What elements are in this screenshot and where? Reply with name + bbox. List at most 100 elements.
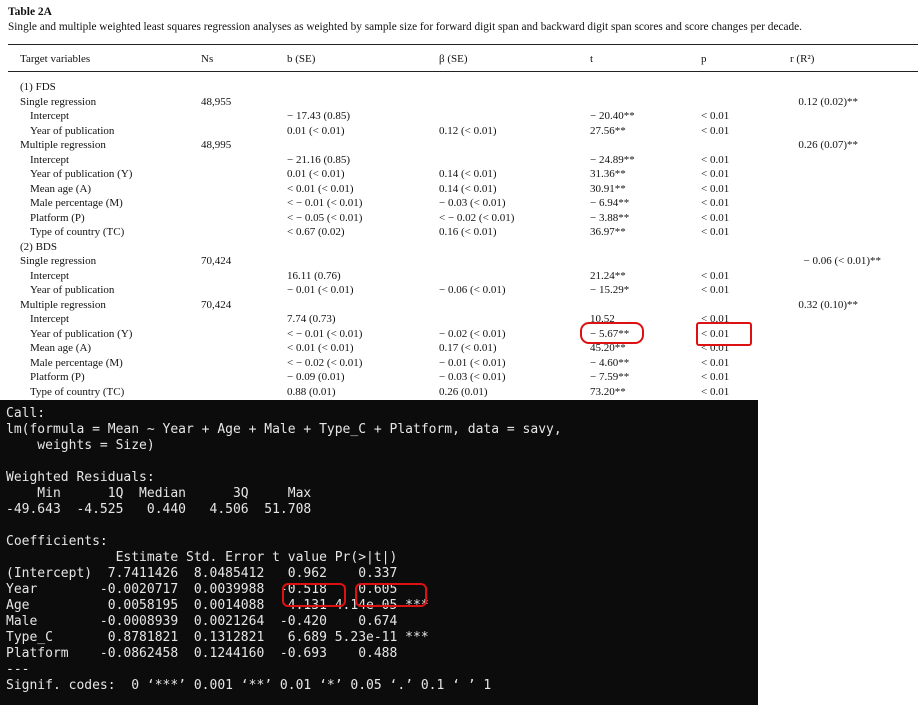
console-line: weights = Size): [6, 438, 155, 453]
table-row: Type of country (TC) < 0.67 (0.02) 0.16 (<…: [0, 225, 923, 240]
console-line: Call:: [6, 406, 46, 421]
table-row: Intercept 7.74 (0.73) 10.52 < 0.01: [0, 312, 923, 327]
table-cell-label: Mean age (A): [30, 342, 92, 354]
table-cell-p: < 0.01: [701, 153, 730, 166]
console-line: Signif. codes: 0 ‘***’ 0.001 ‘**’ 0.01 ‘…: [6, 678, 492, 693]
table-cell-b: < − 0.01 (< 0.01): [287, 327, 363, 340]
table-cell-label: Intercept: [30, 110, 70, 122]
table-row: (2) BDS: [0, 240, 923, 255]
table-cell-b: < − 0.05 (< 0.01): [287, 211, 363, 224]
table-row: Single regression 48,955 0.12 (0.02)**: [0, 95, 923, 110]
console-line: Type_C 0.8781821 0.1312821 6.689 5.23e-1…: [6, 630, 429, 645]
table-cell-p: < 0.01: [701, 124, 730, 137]
table-cell-label: Intercept: [30, 269, 70, 282]
table-cell-label: Single regression: [20, 95, 97, 108]
table-cell-beta: − 0.01 (< 0.01): [439, 356, 506, 369]
red-circle-annotation-t: [580, 322, 644, 344]
table-cell-b: − 17.43 (0.85): [287, 110, 351, 122]
table-cell-ns: 48,955: [201, 95, 232, 108]
table-cell-label: Year of publication: [30, 284, 115, 296]
table-cell-p: < 0.01: [701, 226, 730, 238]
table-cell-t: − 4.60**: [590, 356, 630, 369]
header-t: t: [590, 53, 594, 65]
table-row: Multiple regression 48,995 0.26 (0.07)**: [0, 138, 923, 153]
table-cell-beta: − 0.03 (< 0.01): [439, 197, 506, 209]
table-header-rule: [8, 71, 918, 72]
table-cell-p: < 0.01: [701, 182, 730, 195]
table-cell-beta: − 0.02 (< 0.01): [439, 327, 506, 340]
table-row: Male percentage (M) < − 0.02 (< 0.01) − 0.…: [0, 356, 923, 371]
console-line: Estimate Std. Error t value Pr(>|t|): [6, 550, 429, 565]
table-cell-p: < 0.01: [701, 269, 730, 282]
table-cell-p: < 0.01: [701, 356, 730, 369]
header-ns: Ns: [201, 53, 214, 65]
table-cell-beta: 0.16 (< 0.01): [439, 226, 497, 238]
table-cell-b: 0.88 (0.01): [287, 385, 336, 398]
table-cell-t: 30.91**: [590, 182, 626, 195]
table-cell-beta: < − 0.02 (< 0.01): [439, 211, 515, 224]
table-cell-b: 0.01 (< 0.01): [287, 168, 345, 180]
table-cell-t: − 15.29*: [590, 284, 630, 296]
header-b-se: b (SE): [287, 53, 316, 65]
table-row: (1) FDS: [0, 80, 923, 95]
table-cell-label: Type of country (TC): [30, 226, 125, 238]
table-cell-b: < 0.67 (0.02): [287, 226, 345, 238]
table-cell-beta: 0.14 (< 0.01): [439, 182, 497, 195]
r-console-output: Call: lm(formula = Mean ~ Year + Age + Ma…: [0, 400, 758, 705]
table-cell-t: 36.97**: [590, 226, 626, 238]
table-row: Single regression 70,424 − 0.06 (< 0.01)**: [0, 254, 923, 269]
table-caption: Single and multiple weighted least squar…: [8, 21, 802, 33]
table-cell-t: 31.36**: [590, 168, 626, 180]
table-cell-b: 7.74 (0.73): [287, 313, 336, 325]
table-row: Type of country (TC) 0.88 (0.01) 0.26 (0.0…: [0, 385, 923, 400]
table-cell-beta: − 0.06 (< 0.01): [439, 284, 506, 296]
paper-table-region: Table 2A Single and multiple weighted le…: [0, 0, 923, 400]
table-cell-t: − 20.40**: [590, 110, 635, 122]
table-cell-b: < 0.01 (< 0.01): [287, 182, 354, 195]
console-line: -49.643 -4.525 0.440 4.506 51.708: [6, 502, 320, 517]
table-cell-label: Platform (P): [30, 371, 85, 383]
table-cell-r: 0.12 (0.02)**: [798, 95, 858, 108]
red-box-annotation-p: [696, 322, 752, 346]
table-header-row: Target variables Ns b (SE) β (SE) t p r …: [0, 52, 923, 67]
table-cell-r: 0.26 (0.07)**: [798, 139, 858, 151]
table-cell-p: < 0.01: [701, 197, 730, 209]
table-row: Intercept 16.11 (0.76) 21.24** < 0.01: [0, 269, 923, 284]
table-cell-label: Multiple regression: [20, 139, 106, 151]
table-cell-label: Year of publication (Y): [30, 168, 133, 180]
table-title: Table 2A: [8, 6, 52, 18]
table-cell-beta: 0.14 (< 0.01): [439, 168, 497, 180]
table-row: Platform (P) − 0.09 (0.01) − 0.03 (< 0.01)…: [0, 370, 923, 385]
table-row: Year of publication (Y) 0.01 (< 0.01) 0.14…: [0, 167, 923, 182]
table-cell-r: 0.32 (0.10)**: [798, 298, 858, 311]
console-line: lm(formula = Mean ~ Year + Age + Male + …: [6, 422, 562, 437]
table-row: Male percentage (M) < − 0.01 (< 0.01) − 0.…: [0, 196, 923, 211]
table-cell-label: Intercept: [30, 153, 70, 166]
table-cell-t: − 7.59**: [590, 371, 630, 383]
table-cell-b: − 0.09 (0.01): [287, 371, 345, 383]
table-cell-label: Year of publication: [30, 124, 115, 137]
table-cell-beta: − 0.03 (< 0.01): [439, 371, 506, 383]
table-cell-t: 27.56**: [590, 124, 626, 137]
table-cell-p: < 0.01: [701, 284, 730, 296]
console-line: Platform -0.0862458 0.1244160 -0.693 0.4…: [6, 646, 429, 661]
table-cell-p: < 0.01: [701, 371, 730, 383]
table-cell-label: Male percentage (M): [30, 356, 123, 369]
table-row: Intercept − 21.16 (0.85) − 24.89** < 0.01: [0, 153, 923, 168]
table-cell-b: < 0.01 (< 0.01): [287, 342, 354, 354]
console-line: Coefficients:: [6, 534, 108, 549]
header-target-variables: Target variables: [20, 53, 91, 65]
table-cell-b: − 0.01 (< 0.01): [287, 284, 354, 296]
table-cell-b: < − 0.01 (< 0.01): [287, 197, 363, 209]
table-top-rule: [8, 44, 918, 45]
table-cell-p: < 0.01: [701, 385, 730, 398]
table-row: Mean age (A) < 0.01 (< 0.01) 0.17 (< 0.01)…: [0, 341, 923, 356]
table-cell-beta: 0.26 (0.01): [439, 385, 488, 398]
table-cell-label: (2) BDS: [20, 240, 57, 253]
table-row: Intercept − 17.43 (0.85) − 20.40** < 0.01: [0, 109, 923, 124]
table-row: Multiple regression 70,424 0.32 (0.10)**: [0, 298, 923, 313]
table-cell-p: < 0.01: [701, 168, 730, 180]
table-cell-beta: 0.17 (< 0.01): [439, 342, 497, 354]
table-cell-label: (1) FDS: [20, 81, 56, 93]
console-line: Min 1Q Median 3Q Max: [6, 486, 320, 501]
